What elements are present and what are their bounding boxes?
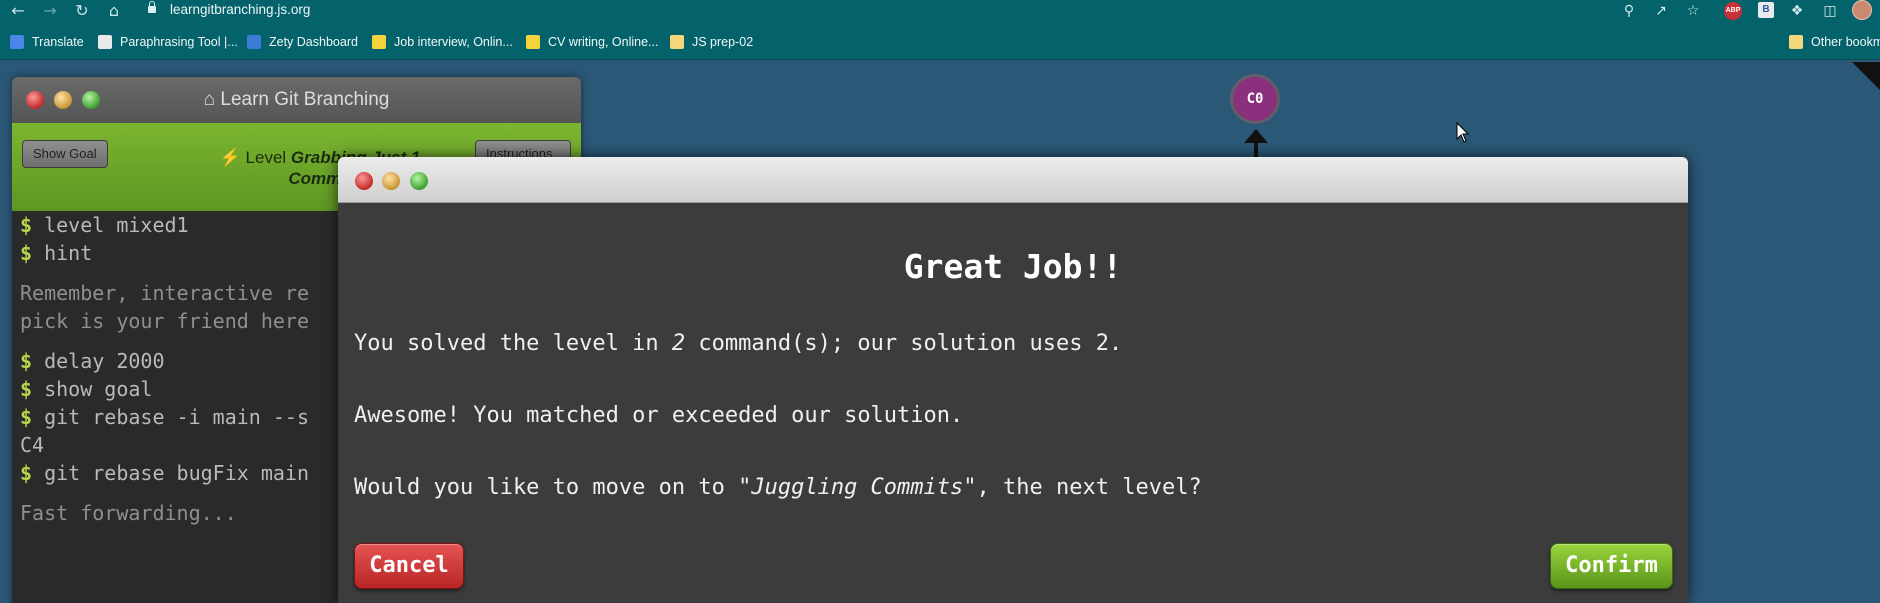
- terminal-output: Remember, interactive re: [20, 281, 309, 305]
- result-text-prefix: You solved the level in: [354, 331, 672, 356]
- terminal-command: show goal: [44, 377, 153, 401]
- google-translate-icon: [10, 35, 24, 49]
- puzzle-icon[interactable]: ❖: [1787, 1, 1807, 21]
- command-count: 2: [671, 331, 686, 356]
- url-text[interactable]: learngitbranching.js.org: [170, 2, 310, 17]
- terminal-command: level mixed1: [44, 213, 189, 237]
- profile-avatar[interactable]: [1852, 0, 1872, 20]
- cancel-button[interactable]: Cancel: [354, 543, 464, 589]
- terminal-command: hint: [44, 241, 93, 265]
- prompt-symbol: $: [20, 349, 45, 373]
- lightning-icon: ⚡: [219, 148, 241, 167]
- bookmark-label: Job interview, Onlin...: [394, 35, 513, 49]
- terminal-line: $ git rebase bugFix main: [20, 459, 309, 487]
- terminal-line: $ show goal: [20, 375, 152, 403]
- home-icon: ⌂: [203, 89, 216, 110]
- dialog-awesome-text: Awesome! You matched or exceeded our sol…: [354, 403, 964, 428]
- terminal-command: git rebase bugFix main: [44, 461, 309, 485]
- prompt-symbol: $: [20, 461, 45, 485]
- browser-toolbar: ← → ↻ ⌂ learngitbranching.js.org ⚲ ↗ ☆ A…: [0, 0, 1880, 22]
- lgb-title: ⌂ Learn Git Branching: [12, 89, 581, 111]
- dialog-titlebar: [338, 157, 1688, 203]
- mouse-cursor-icon: [1456, 122, 1470, 143]
- adblock-extension-icon[interactable]: ABP: [1724, 2, 1742, 20]
- dialog-heading: Great Job!!: [903, 247, 1123, 286]
- terminal-line: $ delay 2000: [20, 347, 165, 375]
- quill-icon: [98, 35, 112, 49]
- prompt-symbol: $: [20, 405, 45, 429]
- side-panel-icon[interactable]: ◫: [1820, 1, 1840, 21]
- miro-icon: [372, 35, 386, 49]
- confirm-button[interactable]: Confirm: [1550, 543, 1673, 589]
- bookmark-label: Other bookm: [1811, 35, 1880, 49]
- share-icon[interactable]: ↗: [1651, 1, 1671, 21]
- bookmark-label: CV writing, Online...: [548, 35, 659, 49]
- bookmark-js-prep[interactable]: JS prep-02: [670, 33, 753, 51]
- bookmark-label: Paraphrasing Tool |...: [120, 35, 238, 49]
- bookmark-label: Zety Dashboard: [269, 35, 358, 49]
- reload-icon[interactable]: ↻: [70, 0, 94, 22]
- bookmark-label: JS prep-02: [692, 35, 754, 49]
- prompt-symbol: $: [20, 377, 45, 401]
- home-icon[interactable]: ⌂: [102, 0, 126, 22]
- terminal-line: $ level mixed1: [20, 211, 189, 239]
- lgb-title-text: Learn Git Branching: [220, 89, 390, 110]
- dialog-body: Great Job!! You solved the level in 2 co…: [338, 203, 1688, 603]
- corner-triangle: [1852, 62, 1880, 90]
- star-icon[interactable]: ☆: [1683, 1, 1703, 21]
- back-icon[interactable]: ←: [6, 0, 30, 22]
- minimize-icon[interactable]: [382, 172, 400, 190]
- address-bar[interactable]: [138, 0, 1598, 20]
- level-prefix: Level: [245, 148, 287, 167]
- terminal-line: $ hint: [20, 239, 92, 267]
- show-goal-button[interactable]: Show Goal: [22, 140, 108, 168]
- prompt-symbol: $: [20, 241, 45, 265]
- dialog-result-text: You solved the level in 2 command(s); ou…: [354, 331, 1122, 356]
- lgb-titlebar: ⌂ Learn Git Branching: [12, 77, 581, 123]
- close-icon[interactable]: [355, 172, 373, 190]
- bookmark-cv-writing[interactable]: CV writing, Online...: [526, 33, 658, 51]
- next-level-name: "Juggling Commits": [738, 475, 977, 500]
- terminal-output: Fast forwarding...: [20, 501, 237, 525]
- zety-icon: [247, 35, 261, 49]
- bookmarks-bar: Translate Paraphrasing Tool |... Zety Da…: [0, 22, 1880, 60]
- maximize-icon[interactable]: [410, 172, 428, 190]
- folder-icon: [670, 35, 684, 49]
- dialog-next-level-text: Would you like to move on to "Juggling C…: [354, 475, 1202, 500]
- commit-node-c0[interactable]: C0: [1230, 74, 1280, 124]
- lock-icon[interactable]: [148, 1, 156, 14]
- terminal-output: pick is your friend here: [20, 309, 309, 333]
- prompt-symbol: $: [20, 213, 45, 237]
- terminal-command: delay 2000: [44, 349, 165, 373]
- level-complete-dialog: Great Job!! You solved the level in 2 co…: [338, 157, 1688, 603]
- terminal-continuation: C4: [20, 433, 45, 457]
- extension-b-icon[interactable]: B: [1758, 2, 1774, 18]
- bookmark-job-interview[interactable]: Job interview, Onlin...: [372, 33, 513, 51]
- bookmark-other[interactable]: Other bookm: [1789, 33, 1880, 51]
- bookmark-zety-dashboard[interactable]: Zety Dashboard: [247, 33, 358, 51]
- result-text-suffix: command(s); our solution uses 2.: [685, 331, 1123, 356]
- bookmark-label: Translate: [32, 35, 84, 49]
- forward-icon[interactable]: →: [38, 0, 62, 22]
- bookmark-translate[interactable]: Translate: [10, 33, 84, 51]
- folder-icon: [1789, 35, 1803, 49]
- next-level-prefix: Would you like to move on to: [354, 475, 739, 500]
- bookmark-paraphrasing-tool[interactable]: Paraphrasing Tool |...: [98, 33, 238, 51]
- next-level-suffix: , the next level?: [976, 475, 1202, 500]
- terminal-command: git rebase -i main --s: [44, 405, 309, 429]
- terminal-line: $ git rebase -i main --s: [20, 403, 309, 431]
- zoom-icon[interactable]: ⚲: [1619, 1, 1639, 21]
- miro-icon: [526, 35, 540, 49]
